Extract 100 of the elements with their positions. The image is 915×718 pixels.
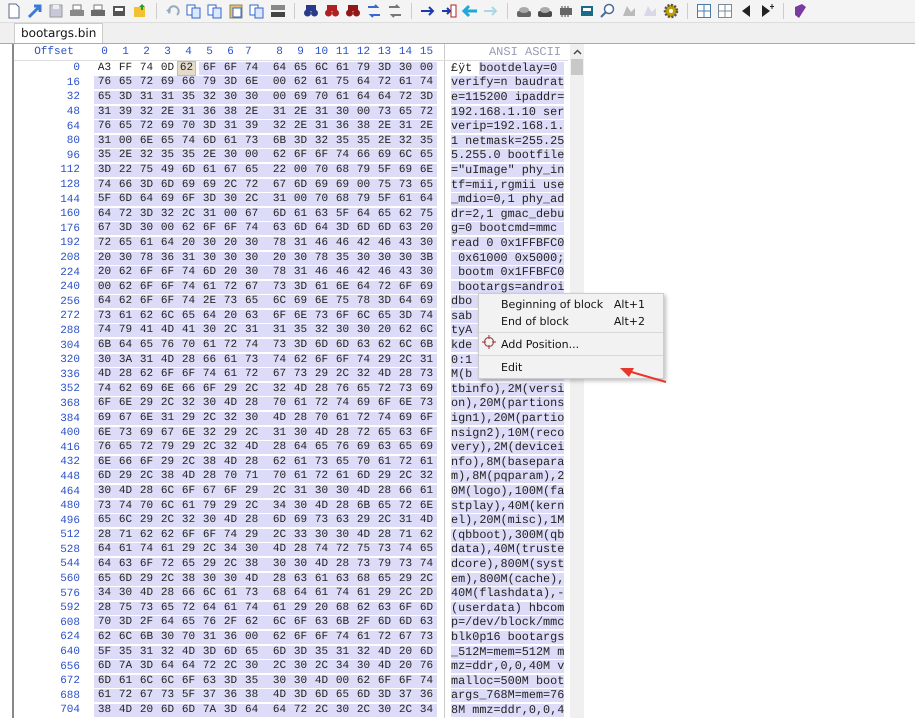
selected-hex-byte: 69	[157, 120, 178, 134]
gear-icon[interactable]	[663, 3, 679, 19]
scroll-up-icon[interactable]	[572, 49, 582, 55]
selected-hex-byte: 6D	[290, 178, 311, 192]
printer-icon[interactable]	[69, 3, 85, 19]
selected-hex-byte: 72	[115, 208, 136, 221]
monitor-icon[interactable]	[579, 3, 595, 19]
selected-ascii-text: read 0 0x1FFBFC0	[451, 236, 564, 250]
selected-hex-byte: 74	[311, 543, 332, 556]
clipboard-icon[interactable]	[228, 3, 244, 19]
selected-hex-byte: 67	[157, 426, 178, 440]
file-tab[interactable]: bootargs.bin	[14, 23, 104, 43]
selected-hex-byte: 31	[157, 412, 178, 426]
scrollbar-thumb[interactable]	[571, 59, 583, 75]
grid-icon[interactable]	[717, 3, 733, 19]
selected-hex-byte: 7A	[115, 660, 136, 674]
selected-hex-byte: 73	[115, 426, 136, 440]
selected-hex-byte: 3D	[374, 295, 395, 308]
selected-hex-byte: 65	[178, 616, 199, 630]
selected-hex-byte: 00	[353, 106, 374, 119]
selected-hex-byte: 6E	[115, 397, 136, 410]
selected-hex-byte: 65	[178, 558, 199, 571]
selected-hex-byte: 74	[416, 76, 437, 90]
selected-hex-byte: 68	[353, 572, 374, 586]
selected-hex-byte: 62	[290, 354, 311, 367]
printer-icon[interactable]	[90, 3, 106, 19]
selected-hex-byte: 3D	[115, 222, 136, 236]
selected-hex-byte: 6E	[290, 310, 311, 323]
selected-hex-byte: 72	[395, 456, 416, 469]
selected-hex-byte: 2C	[416, 572, 437, 586]
selected-hex-byte: 4D	[311, 558, 332, 571]
binoculars-icon[interactable]	[303, 3, 319, 19]
selected-hex-byte: 20	[269, 252, 290, 265]
goto-icon[interactable]	[441, 3, 457, 19]
selected-hex-byte: 61	[311, 572, 332, 586]
replace-icon[interactable]	[366, 3, 382, 19]
selected-hex-byte: 65	[136, 339, 157, 352]
selected-hex-byte: 67	[241, 280, 269, 294]
selected-hex-byte: 66	[199, 354, 220, 367]
selected-hex-byte: 28	[374, 528, 395, 542]
selected-hex-byte: 74	[332, 630, 353, 644]
selected-hex-byte: 20	[220, 236, 241, 250]
selected-hex-byte: 72	[94, 236, 115, 250]
selected-hex-byte: 78	[353, 295, 374, 308]
binoculars-icon[interactable]	[324, 3, 340, 19]
selected-ascii-text: stplay),40M(kern	[451, 500, 564, 513]
selected-hex-byte: 69	[157, 76, 178, 90]
selected-hex-byte: 00	[416, 62, 437, 75]
copy-icon[interactable]	[249, 3, 265, 19]
offset-number: 480	[59, 500, 81, 512]
selected-hex-byte: 6C	[199, 587, 220, 600]
replace-icon[interactable]	[387, 3, 403, 19]
document-icon[interactable]	[6, 3, 22, 19]
selected-hex-byte: 34	[332, 660, 353, 674]
selected-hex-byte: 65	[178, 310, 199, 323]
selected-hex-byte: 32	[416, 470, 437, 484]
selected-hex-byte: 62	[269, 456, 290, 469]
triangle-icon[interactable]	[759, 3, 775, 19]
selected-hex-byte: 75	[332, 295, 353, 308]
selected-hex-byte: 74	[241, 62, 269, 75]
selected-hex-byte: 30	[374, 252, 395, 265]
selected-ascii-text: (qbboot),300M(qb	[451, 528, 564, 542]
selected-hex-byte: 63	[395, 426, 416, 440]
selected-hex-byte: 66	[115, 456, 136, 469]
selected-ascii-text: 192.168.1.10 ser	[451, 106, 564, 119]
selected-hex-byte: 30	[311, 485, 332, 498]
grid-icon[interactable]	[696, 3, 712, 19]
selected-hex-byte: 61	[353, 587, 374, 600]
selected-hex-byte: 66	[178, 587, 199, 600]
copy-icon[interactable]	[186, 3, 202, 19]
selected-hex-byte: 30	[290, 252, 311, 265]
selected-hex-byte: 70	[311, 193, 332, 206]
binoculars-icon[interactable]	[345, 3, 361, 19]
memory-icon[interactable]	[558, 3, 574, 19]
selected-hex-byte: 61	[290, 456, 311, 469]
selected-hex-byte: 72	[178, 602, 199, 615]
selected-ascii-text: dr=2,1 gmac_debu	[451, 208, 564, 221]
selected-hex-byte: 3D	[374, 689, 395, 702]
search-icon[interactable]	[600, 3, 616, 19]
copy-icon[interactable]	[207, 3, 223, 19]
selected-hex-byte: 46	[311, 236, 332, 250]
selected-hex-byte: 30	[199, 572, 220, 586]
selected-hex-byte: 6F	[136, 558, 157, 571]
selected-hex-byte: 62	[241, 616, 269, 630]
selected-ascii-text: em),800M(cache),	[451, 572, 564, 586]
selected-hex-byte: 00	[353, 178, 374, 192]
menu-item[interactable]: Add Position...	[479, 332, 663, 353]
binary-icon[interactable]	[270, 3, 286, 19]
selected-hex-byte: 29	[290, 602, 311, 615]
column-header: 5	[205, 46, 214, 58]
selected-hex-byte: 4D	[94, 368, 115, 382]
folder-arrow-icon[interactable]	[132, 3, 148, 19]
selected-hex-byte: 6E	[136, 134, 157, 148]
arrow-icon[interactable]	[27, 3, 43, 19]
selected-hex-byte: 38	[94, 704, 115, 717]
selected-hex-byte: 28	[241, 456, 269, 469]
selected-hex-byte: 29	[199, 558, 220, 571]
selected-hex-byte: 61	[332, 470, 353, 484]
selected-hex-byte: 29	[374, 587, 395, 600]
selected-hex-byte: 36	[157, 252, 178, 265]
